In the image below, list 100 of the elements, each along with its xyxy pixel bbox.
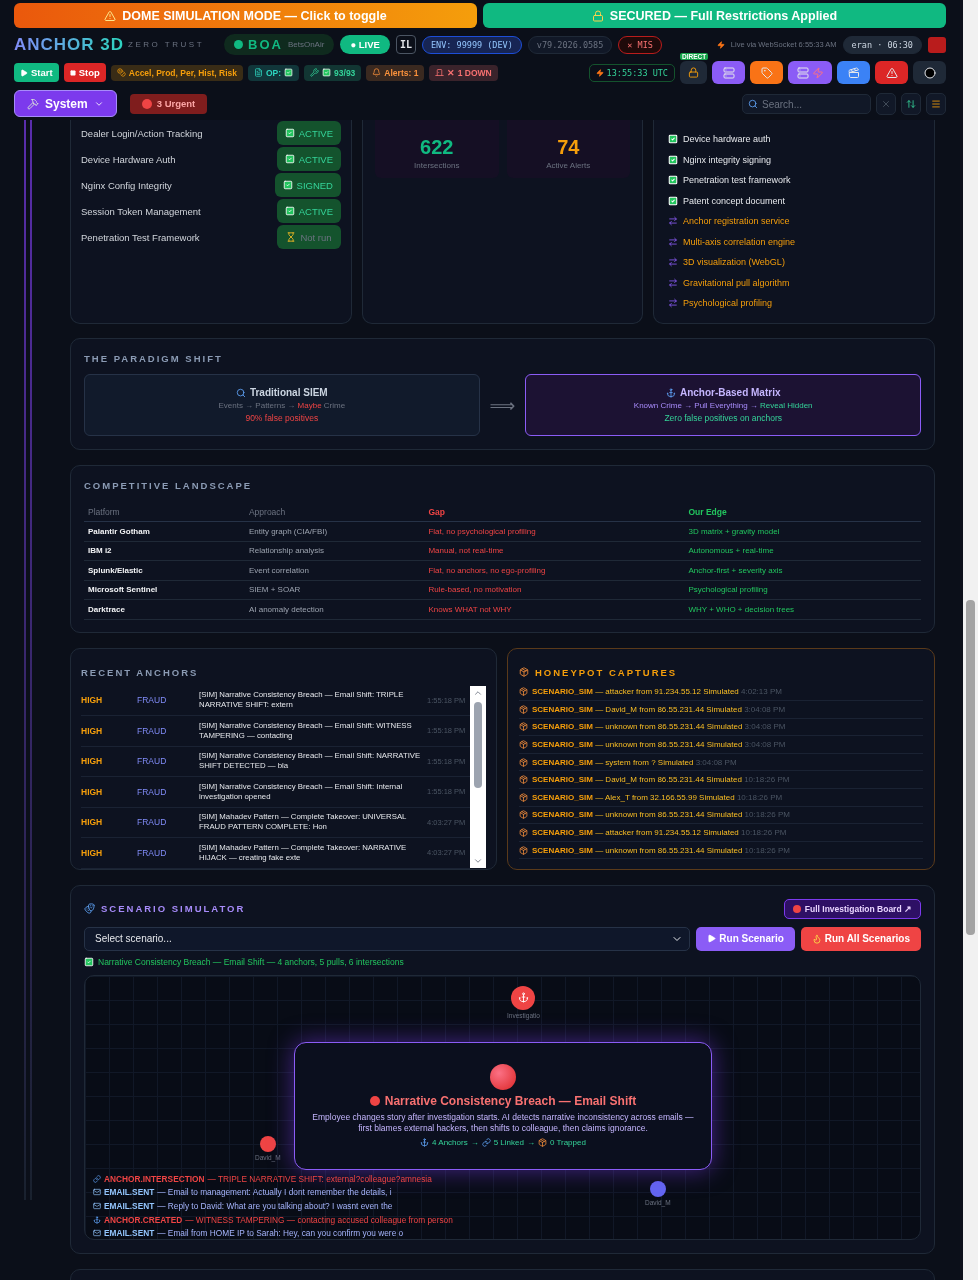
comparison-note: 90% false positives	[245, 413, 319, 423]
status-chip: Alerts: 1	[366, 64, 425, 81]
envelope-icon	[93, 1229, 101, 1238]
column-header: Our Edge	[684, 503, 921, 522]
status-badge: ACTIVE	[276, 199, 341, 223]
section-title: RECENT ANCHORS	[81, 666, 200, 678]
search-icon	[235, 387, 246, 398]
package-icon	[519, 775, 528, 785]
sort-icon	[906, 98, 916, 109]
lightning-icon	[716, 40, 725, 49]
package-icon	[537, 1138, 547, 1148]
logout-button[interactable]	[928, 36, 946, 53]
arrow: ⟹	[489, 394, 516, 416]
menu-button[interactable]	[926, 92, 946, 115]
security-item-label: Session Token Management	[81, 205, 201, 217]
checkbox-icon	[284, 154, 295, 164]
checkbox-icon	[284, 68, 294, 77]
severity-label: HIGH	[81, 725, 104, 736]
roadmap-item: Nginx integrity signing	[683, 154, 772, 165]
roadmap-item: 3D visualization (WebGL)	[683, 257, 785, 268]
package-icon	[519, 757, 528, 767]
event-log-line: EMAIL.SENT — Email from HOME IP to Sarah: Hey, can you confirm you were o	[93, 1226, 453, 1239]
door-icon	[435, 68, 445, 77]
checkbox-icon	[284, 128, 295, 138]
tag-icon[interactable]	[750, 61, 783, 84]
security-item-label: Device Hardware Auth	[81, 153, 176, 165]
status-dot	[141, 98, 152, 109]
run-scenario-button[interactable]: Run Scenario	[696, 926, 795, 951]
category-label: FRAUD	[137, 786, 168, 797]
lightning-icon	[595, 68, 604, 77]
scenario-select[interactable]: Select scenario...	[84, 926, 691, 951]
table-cell: AI anomaly detection	[244, 599, 425, 619]
run-all-button[interactable]: Run All Scenarios	[800, 926, 921, 951]
anchor-icon	[665, 387, 676, 398]
table-cell: Microsoft Sentinel	[84, 580, 245, 600]
severity-label: HIGH	[81, 756, 104, 767]
stat-label: Intersections	[414, 161, 460, 170]
link-icon	[481, 1138, 491, 1148]
security-banner[interactable]: SECURED — Full Restrictions Applied	[483, 3, 946, 28]
comparison-title: Traditional SIEM	[249, 387, 328, 398]
table-cell: 3D matrix + gravity model	[684, 521, 921, 541]
category-label: FRAUD	[137, 817, 168, 828]
security-item-label: Penetration Test Framework	[81, 231, 200, 243]
popup-title: Narrative Consistency Breach — Email Shift	[384, 1093, 637, 1108]
security-item-label: Dealer Login/Action Tracking	[81, 127, 203, 139]
status-badge: ACTIVE	[276, 147, 341, 171]
package-icon	[519, 667, 529, 677]
package-icon	[519, 810, 528, 820]
status-chip: OP:	[247, 64, 300, 81]
table-cell: IBM i2	[84, 541, 245, 561]
table-cell: Entity graph (CIA/FBI)	[244, 521, 425, 541]
stop-icon	[69, 69, 76, 76]
section-title: COMPETITIVE LANDSCAPE	[84, 480, 254, 491]
system-menu-button[interactable]: System	[14, 90, 117, 117]
status-chip: ✕ 1 DOWN	[429, 64, 498, 81]
package-icon	[519, 792, 528, 802]
section-title: HONEYPOT CAPTURES	[535, 666, 678, 678]
search-field[interactable]: Search...	[742, 94, 871, 114]
table-cell: Knows WHAT not WHY	[424, 599, 685, 619]
flame-icon	[811, 933, 822, 944]
version-badge: v79.2026.0585	[527, 35, 613, 54]
sort-button[interactable]	[901, 92, 921, 115]
start-button[interactable]: Start	[14, 63, 59, 82]
stat-label: Active Alerts	[546, 161, 591, 170]
coin-icon	[116, 68, 126, 77]
category-label: FRAUD	[137, 847, 168, 858]
event-log-line: ANCHOR.INTERSECTION — TRIPLE NARRATIVE SHIFT: external?colleague?amnesia	[93, 1172, 453, 1186]
play-icon	[707, 934, 717, 943]
section-title: THE PARADIGM SHIFT	[84, 353, 224, 364]
warning-icon[interactable]	[875, 61, 908, 84]
locale-badge: IL	[395, 35, 416, 54]
sphere-icon	[490, 1063, 516, 1090]
clear-button[interactable]	[876, 92, 896, 115]
stop-button[interactable]: Stop	[63, 63, 106, 82]
stat-value: 622	[420, 136, 454, 159]
record-icon[interactable]	[913, 61, 946, 84]
table-cell: Flat, no anchors, no ego-profiling	[424, 560, 685, 580]
status-chip: 93/93	[304, 64, 362, 81]
server-icon[interactable]	[712, 61, 745, 84]
capture-entry: SCENARIO_SIM — system from ? Simulated 3:04:08 PM	[532, 757, 737, 767]
anchor-icon	[517, 992, 529, 1003]
roadmap-item: Patent concept document	[683, 195, 786, 206]
urgent-button[interactable]: 3 Urgent	[129, 93, 208, 114]
package-icon	[519, 740, 528, 750]
roadmap-item: Multi-axis correlation engine	[683, 236, 796, 247]
category-label: FRAUD	[137, 725, 168, 736]
server-bolt-icon[interactable]	[788, 61, 832, 84]
close-icon	[881, 98, 891, 109]
clapperboard-icon[interactable]	[837, 61, 870, 84]
tenant-name: BetsOnAir	[287, 40, 325, 49]
mis-badge: ✕ MIS	[618, 35, 662, 54]
capture-entry: SCENARIO_SIM — Alex_T from 32.166.55.99 Simulated 10:18:26 PM	[532, 792, 783, 802]
status-badge: SIGNED	[274, 173, 341, 197]
search-icon	[748, 98, 758, 109]
checkbox-icon	[322, 68, 332, 77]
comparison-flow: Events → Patterns → Maybe Crime	[218, 401, 346, 410]
scroll-thumb[interactable]	[474, 701, 482, 788]
simulation-toggle-banner[interactable]: DOME SIMULATION MODE — Click to toggle	[14, 3, 477, 28]
investigation-board-button[interactable]: Full Investigation Board ↗	[783, 898, 921, 919]
table-cell: Manual, not real-time	[424, 541, 685, 561]
